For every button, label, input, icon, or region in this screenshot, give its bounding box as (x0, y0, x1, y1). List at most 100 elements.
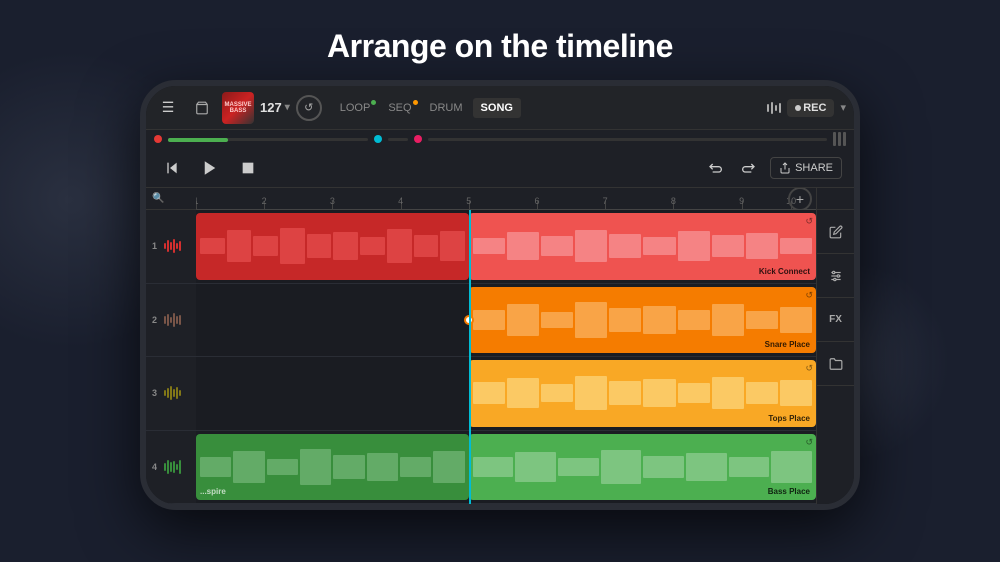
transport-row: SHARE (146, 148, 854, 188)
track-row-1[interactable]: ↺ Kick Connect (196, 210, 816, 284)
rec-dot (795, 105, 801, 111)
phone-frame: ☰ MASSIVEBASS 127 ▾ ↺ LOOP (140, 80, 860, 510)
track-4-left-label: ...spire (200, 487, 226, 496)
cart-button[interactable] (188, 94, 216, 122)
track-row-3[interactable]: ↺ Tops Place (196, 357, 816, 431)
track-3-refresh-icon: ↺ (805, 363, 813, 374)
share-label: SHARE (795, 162, 833, 174)
menu-button[interactable]: ☰ (154, 94, 182, 122)
ruler-mark-5: 5 (466, 196, 471, 206)
bpm-value: 127 (260, 100, 282, 115)
ruler-mark-6: 6 (534, 196, 539, 206)
loop-dot (371, 100, 376, 105)
track-2-label: Snare Place (765, 340, 810, 349)
right-side-buttons: FX (816, 188, 854, 504)
track-label-1: 1 (146, 210, 196, 284)
sync-button[interactable]: ↺ (296, 95, 322, 121)
track-row-4[interactable]: ...spire ↺ Bass Place (196, 431, 816, 505)
stop-button[interactable] (234, 154, 262, 182)
track-num-2: 2 (152, 315, 160, 325)
timeline-area: 🔍 1 (146, 188, 854, 504)
pencil-button[interactable] (817, 210, 854, 254)
fx-button[interactable]: FX (817, 298, 854, 342)
track-3-label: Tops Place (768, 414, 810, 423)
fx-label: FX (829, 314, 842, 325)
track-1-pattern-left (196, 226, 469, 266)
zoom-button[interactable]: + (788, 188, 812, 211)
progress-bar-row (146, 130, 854, 148)
track-row-2[interactable]: ↺ Snare Place (196, 284, 816, 358)
nav-tabs: LOOP SEQ DRUM SONG (332, 98, 521, 118)
track-1-waveform (164, 239, 181, 253)
share-button[interactable]: SHARE (770, 157, 842, 179)
track-4-label: Bass Place (768, 487, 810, 496)
playhead (469, 210, 471, 504)
rec-label: REC (803, 102, 826, 114)
track-label-3: 3 (146, 357, 196, 431)
progress-dot-red (154, 135, 162, 143)
ruler-mark-1: 1 (196, 196, 199, 206)
track-4-block-right[interactable]: ↺ Bass Place (469, 434, 816, 501)
track-1-refresh-icon: ↺ (805, 216, 813, 227)
track-2-refresh-icon: ↺ (805, 290, 813, 301)
ruler-mark-9: 9 (739, 196, 744, 206)
track-label-2: 2 (146, 284, 196, 358)
redo-button[interactable] (734, 154, 762, 182)
undo-redo-group (702, 154, 762, 182)
ruler-mark-8: 8 (671, 196, 676, 206)
track-label-4: 4 (146, 431, 196, 505)
progress-track (168, 138, 368, 141)
track-2-pattern (469, 300, 816, 340)
track-4-refresh-icon: ↺ (805, 437, 813, 448)
track-1-block-left[interactable] (196, 213, 469, 280)
tab-seq[interactable]: SEQ (380, 98, 419, 118)
app-content: ☰ MASSIVEBASS 127 ▾ ↺ LOOP (146, 86, 854, 504)
skip-back-button[interactable] (158, 154, 186, 182)
tracks-main: 1 2 3 4 5 6 7 8 9 10 (196, 188, 816, 504)
track-2-block[interactable]: ↺ Snare Place (469, 287, 816, 354)
track-2-waveform (164, 313, 181, 327)
track-1-label: Kick Connect (759, 267, 810, 276)
progress-lines (833, 132, 846, 146)
tab-drum[interactable]: DRUM (422, 98, 471, 118)
ruler: 1 2 3 4 5 6 7 8 9 10 (196, 188, 816, 210)
bpm-display[interactable]: 127 ▾ (260, 100, 290, 115)
dropdown-arrow[interactable]: ▾ (840, 101, 846, 114)
tab-loop[interactable]: LOOP (332, 98, 379, 118)
track-labels: 🔍 1 (146, 188, 196, 504)
folder-button[interactable] (817, 342, 854, 386)
page-title: Arrange on the timeline (327, 28, 673, 65)
ruler-mark-2: 2 (262, 196, 267, 206)
ruler-marks: 1 2 3 4 5 6 7 8 9 10 (196, 188, 816, 209)
ruler-mark-3: 3 (330, 196, 335, 206)
track-4-pattern-right (469, 447, 816, 487)
rec-button[interactable]: REC (787, 99, 834, 117)
progress-fill (168, 138, 228, 142)
top-bar: ☰ MASSIVEBASS 127 ▾ ↺ LOOP (146, 86, 854, 130)
phone-mockup: ☰ MASSIVEBASS 127 ▾ ↺ LOOP (140, 80, 860, 510)
track-1-pattern-right (469, 226, 816, 266)
ruler-mark-7: 7 (603, 196, 608, 206)
ruler-mark-4: 4 (398, 196, 403, 206)
progress-track-3 (428, 138, 827, 141)
play-button[interactable] (194, 152, 226, 184)
search-icon-ruler[interactable]: 🔍 (152, 193, 164, 204)
progress-track-2 (388, 138, 408, 141)
eq-icon[interactable] (767, 102, 781, 114)
track-4-block-left[interactable]: ...spire (196, 434, 469, 501)
tracks-container: ↺ Kick Connect (196, 210, 816, 504)
track-3-waveform (164, 386, 181, 400)
track-num-4: 4 (152, 462, 160, 472)
track-1-block-right[interactable]: ↺ Kick Connect (469, 213, 816, 280)
progress-dot-pink (414, 135, 422, 143)
seq-dot (413, 100, 418, 105)
sliders-button[interactable] (817, 254, 854, 298)
tab-song[interactable]: SONG (473, 98, 521, 118)
album-art: MASSIVEBASS (222, 92, 254, 124)
undo-button[interactable] (702, 154, 730, 182)
bpm-dropdown-arrow: ▾ (285, 102, 290, 113)
track-4-pattern-left (196, 447, 469, 487)
ruler-spacer: 🔍 (146, 188, 196, 210)
progress-dot-cyan (374, 135, 382, 143)
track-3-block[interactable]: ↺ Tops Place (469, 360, 816, 427)
